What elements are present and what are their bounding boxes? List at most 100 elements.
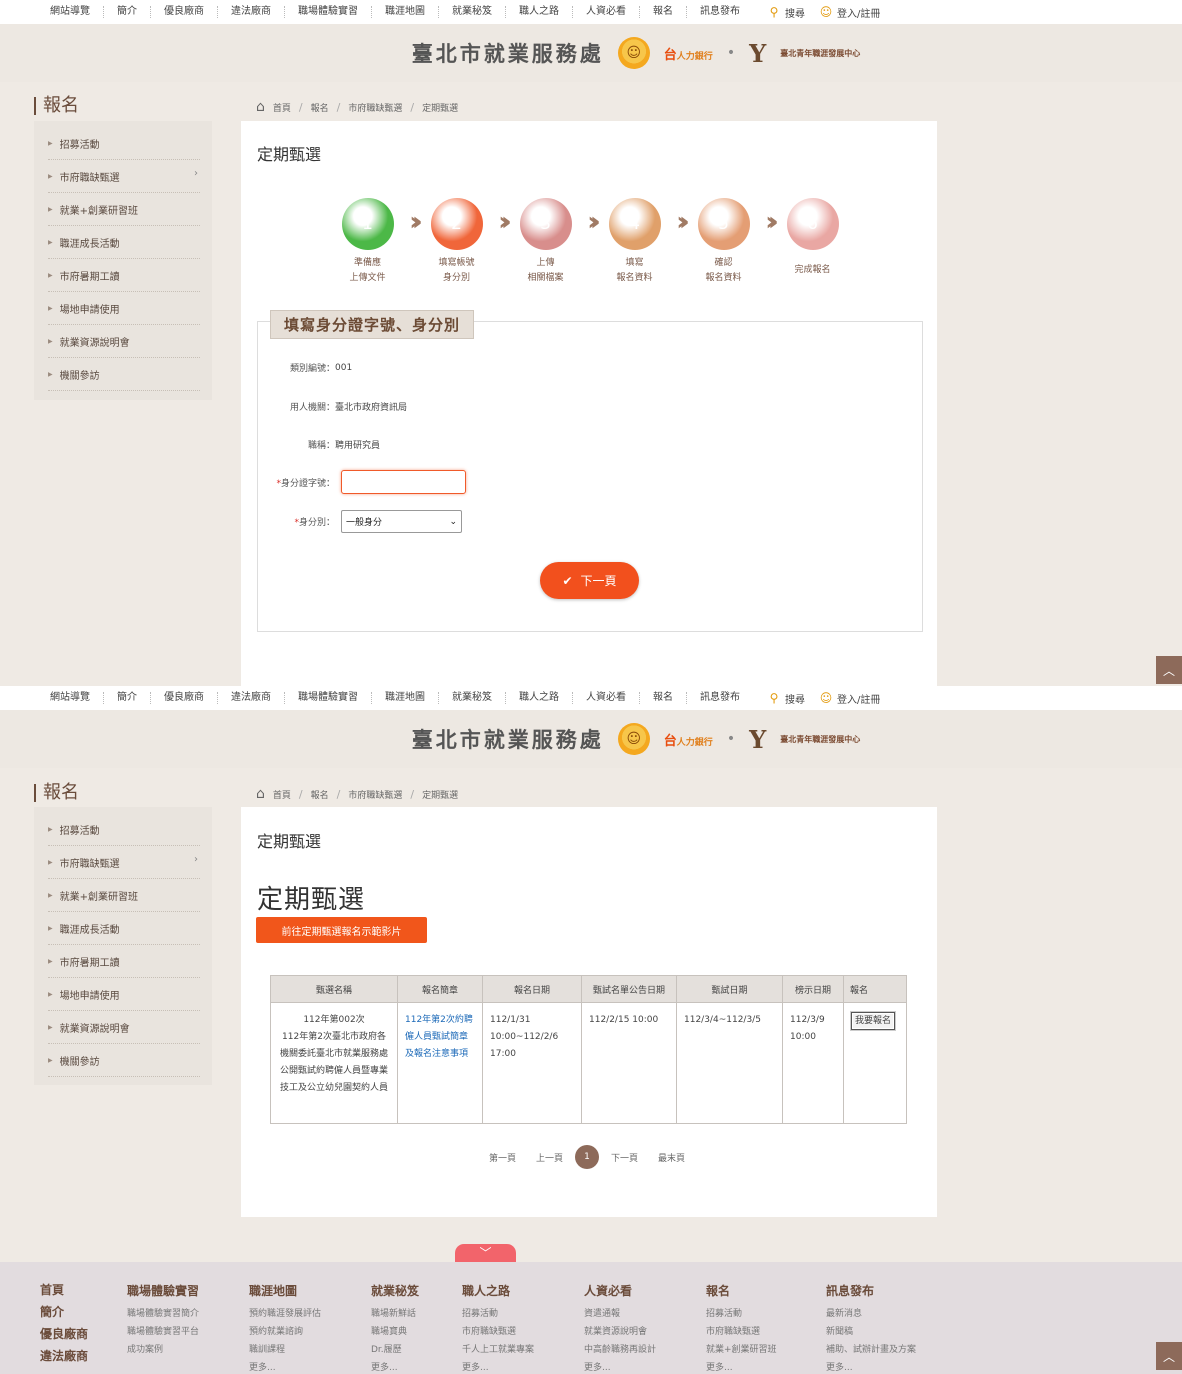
nav-hr[interactable]: 人資必看 bbox=[573, 692, 640, 704]
sidebar-item-growth[interactable]: ▶ 職涯成長活動 bbox=[48, 226, 200, 259]
footer-link[interactable]: 千人上工就業專案 bbox=[462, 1341, 534, 1359]
footer-link[interactable]: Dr.履歷 bbox=[371, 1341, 419, 1359]
sidebar-item-city-jobs[interactable]: ▶ 市府職缺甄選 › bbox=[48, 160, 200, 193]
sun-logo-icon[interactable]: ☺ bbox=[617, 37, 650, 69]
footer-link[interactable]: 最新消息 bbox=[826, 1305, 916, 1323]
sidebar-item-growth[interactable]: ▶ 職涯成長活動 bbox=[48, 912, 200, 945]
nav-sitemap[interactable]: 網站導覽 bbox=[48, 692, 104, 704]
sidebar-item-summer-job[interactable]: ▶ 市府暑期工讀 bbox=[48, 945, 200, 978]
job-bank-logo[interactable]: 台人力銀行 bbox=[664, 44, 713, 63]
footer-more-link[interactable]: 更多... bbox=[462, 1359, 534, 1374]
breadcrumb-home[interactable]: 首頁 bbox=[273, 788, 291, 801]
pager-first[interactable]: 第一頁 bbox=[489, 1151, 516, 1164]
sidebar-item-recruit[interactable]: ▶ 招募活動 bbox=[48, 127, 200, 160]
sidebar-item-workshop[interactable]: ▶ 就業+創業研習班 bbox=[48, 879, 200, 912]
breadcrumb-city-jobs[interactable]: 市府職缺甄選 bbox=[348, 101, 402, 114]
pager-prev[interactable]: 上一頁 bbox=[536, 1151, 563, 1164]
next-page-button[interactable]: ✔ 下一頁 bbox=[540, 562, 639, 599]
login-link[interactable]: ☺ 登入/註冊 bbox=[819, 5, 881, 20]
demo-video-button[interactable]: 前往定期甄選報名示範影片 bbox=[256, 917, 427, 943]
nav-intro[interactable]: 簡介 bbox=[104, 692, 151, 704]
footer-link[interactable]: 市府職缺甄選 bbox=[706, 1323, 777, 1341]
back-to-top-button[interactable]: ︿ bbox=[1156, 1342, 1182, 1370]
job-bank-logo[interactable]: 台人力銀行 bbox=[664, 730, 713, 749]
nav-hr[interactable]: 人資必看 bbox=[573, 6, 640, 18]
footer-link[interactable]: 違法廠商 bbox=[40, 1346, 88, 1366]
footer-toggle-button[interactable]: ﹀ bbox=[455, 1244, 516, 1262]
sidebar-item-visit[interactable]: ▶ 機關參訪 bbox=[48, 1044, 200, 1077]
apply-button[interactable]: 我要報名 bbox=[851, 1012, 896, 1030]
footer-heading[interactable]: 職場體驗實習 bbox=[127, 1282, 199, 1299]
nav-career-map[interactable]: 職涯地圖 bbox=[372, 692, 439, 704]
footer-link[interactable]: 成功案例 bbox=[127, 1341, 199, 1359]
sidebar-item-recruit[interactable]: ▶ 招募活動 bbox=[48, 813, 200, 846]
search-link[interactable]: ⚲ 搜尋 bbox=[767, 5, 805, 20]
footer-link[interactable]: 就業+創業研習班 bbox=[706, 1341, 777, 1359]
pager-next[interactable]: 下一頁 bbox=[611, 1151, 638, 1164]
footer-link[interactable]: 預約職涯發展評估 bbox=[249, 1305, 321, 1323]
footer-link[interactable]: 職場體驗實習平台 bbox=[127, 1323, 199, 1341]
sidebar-item-summer-job[interactable]: ▶ 市府暑期工讀 bbox=[48, 259, 200, 292]
site-title[interactable]: 臺北市就業服務處 bbox=[412, 724, 604, 754]
footer-more-link[interactable]: 更多... bbox=[706, 1359, 777, 1374]
breadcrumb-register[interactable]: 報名 bbox=[311, 101, 329, 114]
nav-craftsman[interactable]: 職人之路 bbox=[506, 692, 573, 704]
footer-link[interactable]: 預約就業諮詢 bbox=[249, 1323, 321, 1341]
site-title[interactable]: 臺北市就業服務處 bbox=[412, 38, 604, 68]
brochure-link[interactable]: 112年第2次約聘僱人員甄試簡章及報名注意事項 bbox=[397, 1002, 483, 1124]
footer-link[interactable]: 就業資源說明會 bbox=[584, 1323, 656, 1341]
nav-news[interactable]: 訊息發布 bbox=[687, 692, 753, 704]
nav-good-companies[interactable]: 優良廠商 bbox=[151, 692, 218, 704]
login-link[interactable]: ☺ 登入/註冊 bbox=[819, 691, 881, 706]
nav-illegal-companies[interactable]: 違法廠商 bbox=[218, 692, 285, 704]
footer-link[interactable]: 職場體驗實習簡介 bbox=[127, 1305, 199, 1323]
footer-heading[interactable]: 報名 bbox=[706, 1282, 777, 1299]
footer-link[interactable]: 市府職缺甄選 bbox=[462, 1323, 534, 1341]
sidebar-item-visit[interactable]: ▶ 機關參訪 bbox=[48, 358, 200, 391]
footer-link[interactable]: 職場寶典 bbox=[371, 1323, 419, 1341]
breadcrumb-register[interactable]: 報名 bbox=[311, 788, 329, 801]
footer-more-link[interactable]: 更多... bbox=[371, 1359, 419, 1374]
footer-link[interactable]: 新聞稿 bbox=[826, 1323, 916, 1341]
nav-internship[interactable]: 職場體驗實習 bbox=[285, 6, 372, 18]
sidebar-item-venue[interactable]: ▶ 場地申請使用 bbox=[48, 292, 200, 325]
youth-center-logo-icon[interactable]: Y bbox=[749, 39, 766, 68]
footer-more-link[interactable]: 更多... bbox=[584, 1359, 656, 1374]
youth-center-logo-icon[interactable]: Y bbox=[749, 725, 766, 754]
footer-heading[interactable]: 人資必看 bbox=[584, 1282, 656, 1299]
nav-career-map[interactable]: 職涯地圖 bbox=[372, 6, 439, 18]
nav-illegal-companies[interactable]: 違法廠商 bbox=[218, 6, 285, 18]
footer-more-link[interactable]: 更多... bbox=[826, 1359, 916, 1374]
footer-link[interactable]: 職場新鮮話 bbox=[371, 1305, 419, 1323]
home-icon[interactable]: ⌂ bbox=[256, 786, 265, 802]
footer-link[interactable]: 中高齡職務再設計 bbox=[584, 1341, 656, 1359]
footer-link[interactable]: 職訓課程 bbox=[249, 1341, 321, 1359]
footer-link[interactable]: 補助、試辦計畫及方案 bbox=[826, 1341, 916, 1359]
footer-link[interactable]: 招募活動 bbox=[462, 1305, 534, 1323]
pager-current[interactable]: 1 bbox=[575, 1145, 600, 1169]
nav-news[interactable]: 訊息發布 bbox=[687, 6, 753, 18]
footer-heading[interactable]: 職人之路 bbox=[462, 1282, 534, 1299]
footer-heading[interactable]: 訊息發布 bbox=[826, 1282, 916, 1299]
footer-link[interactable]: 首頁 bbox=[40, 1280, 88, 1300]
id-number-input[interactable] bbox=[341, 470, 466, 494]
breadcrumb-home[interactable]: 首頁 bbox=[273, 101, 291, 114]
identity-select[interactable]: 一般身分 ⌄ bbox=[341, 510, 462, 533]
sidebar-item-workshop[interactable]: ▶ 就業+創業研習班 bbox=[48, 193, 200, 226]
footer-link[interactable]: 招募活動 bbox=[706, 1305, 777, 1323]
footer-link[interactable]: 優良廠商 bbox=[40, 1324, 88, 1344]
nav-tips[interactable]: 就業秘笈 bbox=[439, 692, 506, 704]
footer-heading[interactable]: 職涯地圖 bbox=[249, 1282, 321, 1299]
nav-register[interactable]: 報名 bbox=[640, 692, 687, 704]
nav-tips[interactable]: 就業秘笈 bbox=[439, 6, 506, 18]
nav-craftsman[interactable]: 職人之路 bbox=[506, 6, 573, 18]
breadcrumb-city-jobs[interactable]: 市府職缺甄選 bbox=[348, 788, 402, 801]
sun-logo-icon[interactable]: ☺ bbox=[617, 723, 650, 755]
nav-internship[interactable]: 職場體驗實習 bbox=[285, 692, 372, 704]
back-to-top-button[interactable]: ︿ bbox=[1156, 656, 1182, 684]
footer-heading[interactable]: 就業秘笈 bbox=[371, 1282, 419, 1299]
nav-intro[interactable]: 簡介 bbox=[104, 6, 151, 18]
pager-last[interactable]: 最末頁 bbox=[658, 1151, 685, 1164]
nav-sitemap[interactable]: 網站導覽 bbox=[48, 6, 104, 18]
search-link[interactable]: ⚲ 搜尋 bbox=[767, 691, 805, 706]
